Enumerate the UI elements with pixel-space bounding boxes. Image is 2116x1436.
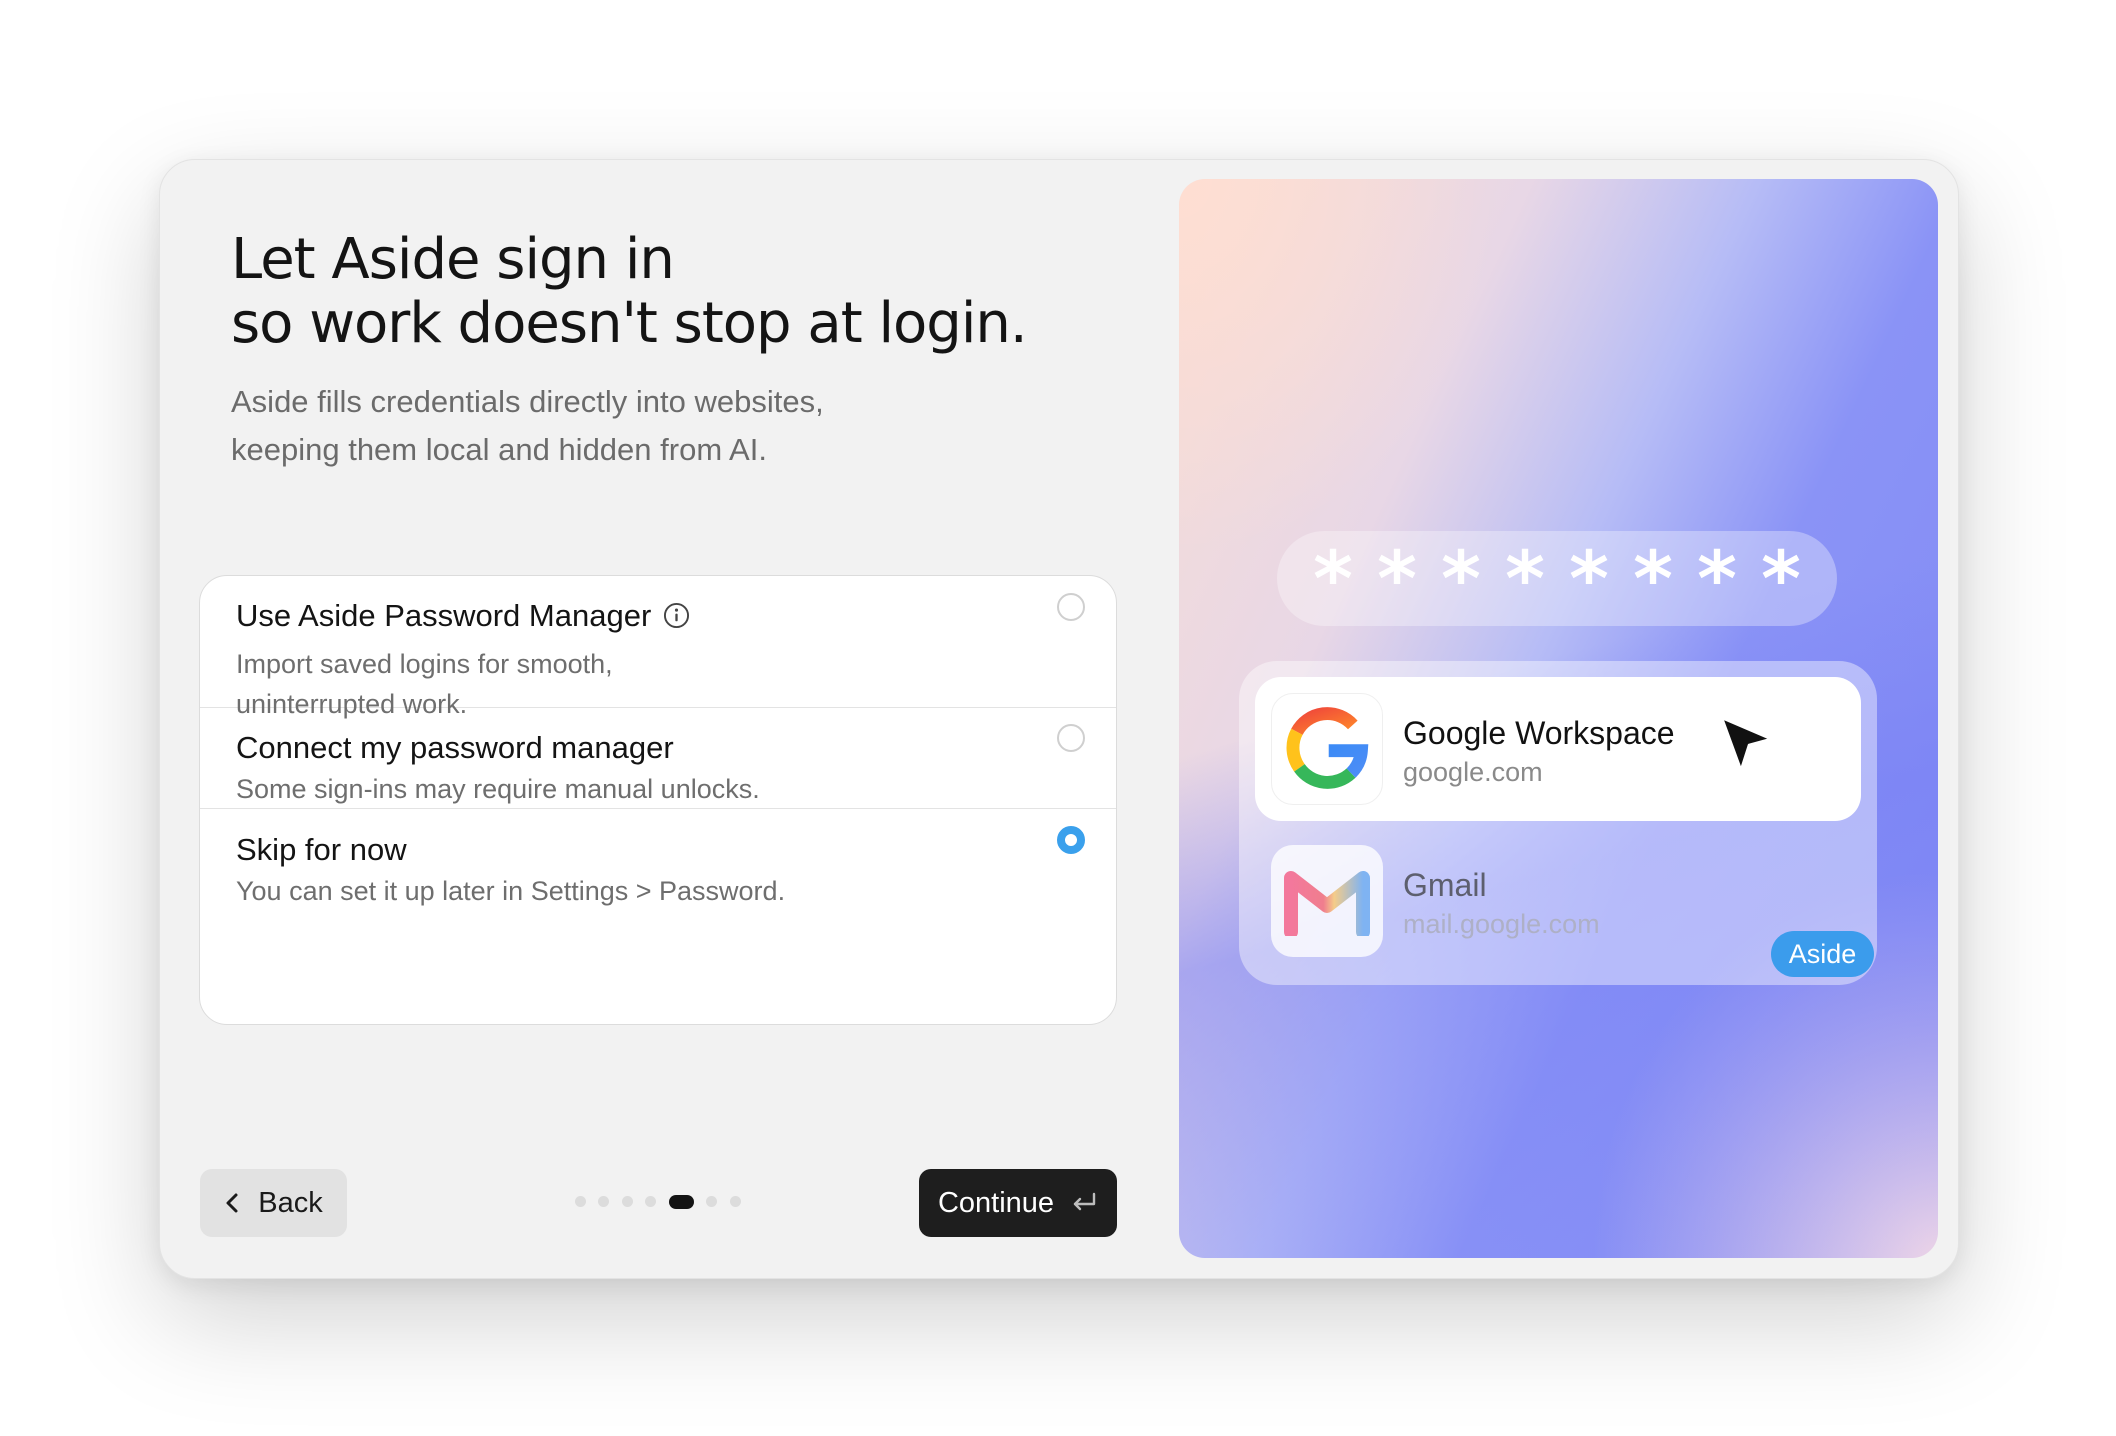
option-radio-selected[interactable] — [1057, 826, 1085, 854]
option-description-line-1: Import saved logins for smooth, — [236, 649, 613, 679]
gmail-logo-icon — [1271, 845, 1383, 957]
step-dot — [622, 1196, 633, 1207]
subtitle-line-2: keeping them local and hidden from AI. — [231, 432, 767, 467]
step-dot — [706, 1196, 717, 1207]
back-button-label: Back — [258, 1186, 323, 1219]
option-connect-password-manager[interactable]: Connect my password manager Some sign-in… — [200, 707, 1116, 809]
option-description: You can set it up later in Settings > Pa… — [236, 871, 785, 911]
step-dot — [575, 1196, 586, 1207]
autofill-illustration: * * * * * * * * Google Workspace google.… — [1179, 179, 1938, 1258]
title-line-1: Let Aside sign in — [231, 227, 675, 292]
account-url: mail.google.com — [1403, 909, 1600, 939]
step-dot — [730, 1196, 741, 1207]
account-name: Google Workspace — [1403, 715, 1675, 751]
aside-autofill-badge: Aside — [1771, 931, 1874, 977]
option-radio[interactable] — [1057, 724, 1085, 752]
continue-button[interactable]: Continue — [919, 1169, 1117, 1237]
google-logo-icon — [1271, 693, 1383, 805]
password-mask-char: * — [1633, 533, 1673, 623]
option-title: Skip for now — [236, 832, 407, 867]
option-description-line-1: Some sign-ins may require manual unlocks… — [236, 774, 760, 804]
return-key-icon — [1073, 1192, 1096, 1211]
password-mask-char: * — [1697, 533, 1737, 623]
back-button[interactable]: Back — [200, 1169, 347, 1237]
option-skip-for-now[interactable]: Skip for now You can set it up later in … — [200, 808, 1116, 1024]
password-mask-char: * — [1377, 533, 1417, 623]
subtitle-line-1: Aside fills credentials directly into we… — [231, 384, 824, 419]
option-description: Some sign-ins may require manual unlocks… — [236, 769, 760, 809]
password-mask-char: * — [1505, 533, 1545, 623]
mouse-cursor-icon — [1720, 716, 1773, 772]
password-mask-char: * — [1441, 533, 1481, 623]
option-use-aside-password-manager[interactable]: Use Aside Password Manager Import saved … — [200, 576, 1116, 719]
option-description-line-1: You can set it up later in Settings > Pa… — [236, 876, 786, 906]
account-url: google.com — [1403, 757, 1543, 787]
info-icon[interactable] — [663, 602, 690, 629]
option-title: Use Aside Password Manager — [236, 598, 690, 634]
password-mask-char: * — [1761, 533, 1801, 623]
page-title: Let Aside sign in so work doesn't stop a… — [231, 227, 1028, 356]
page-subtitle: Aside fills credentials directly into we… — [231, 378, 824, 474]
continue-button-label: Continue — [937, 1186, 1055, 1219]
option-title: Connect my password manager — [236, 730, 674, 765]
step-dot-active — [669, 1195, 694, 1209]
option-title-text: Use Aside Password Manager — [236, 598, 652, 633]
step-dot — [598, 1196, 609, 1207]
password-option-list: Use Aside Password Manager Import saved … — [199, 575, 1117, 1025]
onboarding-window: Let Aside sign in so work doesn't stop a… — [159, 159, 1959, 1279]
step-dot — [645, 1196, 656, 1207]
title-line-2: so work doesn't stop at login. — [231, 291, 1028, 356]
masked-password-field: * * * * * * * * — [1277, 531, 1837, 626]
chevron-left-icon — [226, 1193, 238, 1213]
password-mask-char: * — [1313, 533, 1353, 623]
password-mask-char: * — [1569, 533, 1609, 623]
account-name: Gmail — [1403, 867, 1487, 903]
option-radio[interactable] — [1057, 593, 1085, 621]
